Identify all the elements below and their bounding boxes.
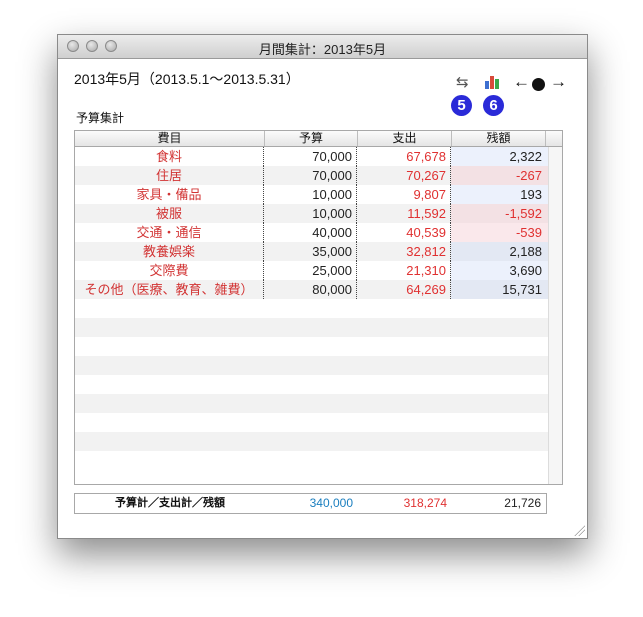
spent-cell: 21,310 [357,261,451,280]
category-cell: 住居 [75,166,264,185]
total-remaining: 21,726 [504,496,541,510]
category-cell: 被服 [75,204,264,223]
arrow-left-icon[interactable]: ← [513,73,530,91]
table-row[interactable]: 被服 10,000 11,592 -1,592 [75,204,548,223]
empty-row [75,432,548,451]
budget-cell: 10,000 [264,185,357,204]
table-row[interactable]: 住居 70,000 70,267 -267 [75,166,548,185]
vertical-scrollbar[interactable] [548,147,562,484]
spent-cell: 32,812 [357,242,451,261]
empty-row [75,413,548,432]
budget-cell: 80,000 [264,280,357,299]
budget-cell: 25,000 [264,261,357,280]
totals-row: 予算計／支出計／残額 340,000 318,274 21,726 [74,493,547,514]
column-header-category[interactable]: 費目 [75,131,265,146]
empty-row [75,356,548,375]
category-cell: 家具・備品 [75,185,264,204]
table-row[interactable]: 食料 70,000 67,678 2,322 [75,147,548,166]
table-body: 食料 70,000 67,678 2,322 住居 70,000 70,267 -267 家具・… [75,147,548,470]
category-cell: 食料 [75,147,264,166]
table-header: 費目 予算 支出 残額 [75,131,562,147]
remaining-cell: 193 [451,185,548,204]
column-header-spent[interactable]: 支出 [358,131,452,146]
empty-row [75,394,548,413]
window-title: 月間集計：2013年5月 [258,42,387,57]
empty-row [75,337,548,356]
budget-table[interactable]: 費目 予算 支出 残額 食料 70,000 67,678 2,322 住居 70,000 7… [74,130,563,485]
remaining-cell: 2,188 [451,242,548,261]
category-cell: 教養娯楽 [75,242,264,261]
budget-cell: 10,000 [264,204,357,223]
table-row[interactable]: 交際費 25,000 21,310 3,690 [75,261,548,280]
total-spent: 318,274 [403,496,447,510]
swap-arrows-icon[interactable]: ⇆ [456,73,469,91]
remaining-cell: 15,731 [451,280,548,299]
annotation-badge-5: 5 [451,95,472,116]
remaining-cell: -1,592 [451,204,548,223]
budget-cell: 70,000 [264,147,357,166]
category-cell: 交通・通信 [75,223,264,242]
budget-cell: 70,000 [264,166,357,185]
category-cell: 交際費 [75,261,264,280]
resize-handle[interactable] [573,524,585,536]
table-row[interactable]: 家具・備品 10,000 9,807 193 [75,185,548,204]
empty-row [75,318,548,337]
remaining-cell: -267 [451,166,548,185]
spent-cell: 40,539 [357,223,451,242]
annotation-badge-6: 6 [483,95,504,116]
remaining-cell: -539 [451,223,548,242]
dot-icon[interactable] [532,78,545,91]
period-heading: 2013年5月（2013.5.1〜2013.5.31） [74,71,300,87]
spent-cell: 11,592 [357,204,451,223]
totals-label: 予算計／支出計／残額 [115,497,225,509]
total-budget: 340,000 [309,496,353,510]
section-label: 予算集計 [76,111,125,125]
remaining-cell: 2,322 [451,147,548,166]
spent-cell: 70,267 [357,166,451,185]
column-header-budget[interactable]: 予算 [265,131,358,146]
empty-row [75,375,548,394]
column-header-remaining[interactable]: 残額 [452,131,546,146]
bar-chart-icon[interactable] [484,73,502,89]
empty-row [75,451,548,470]
title-bar[interactable]: 月間集計：2013年5月 [58,35,587,59]
remaining-cell: 3,690 [451,261,548,280]
spent-cell: 64,269 [357,280,451,299]
summary-window: 月間集計：2013年5月 2013年5月（2013.5.1〜2013.5.31）… [57,34,588,539]
empty-row [75,299,548,318]
table-row[interactable]: その他（医療、教育、雑費） 80,000 64,269 15,731 [75,280,548,299]
spent-cell: 9,807 [357,185,451,204]
table-row[interactable]: 交通・通信 40,000 40,539 -539 [75,223,548,242]
budget-cell: 40,000 [264,223,357,242]
budget-cell: 35,000 [264,242,357,261]
category-cell: その他（医療、教育、雑費） [75,280,264,299]
arrow-right-icon[interactable]: → [550,73,567,91]
spent-cell: 67,678 [357,147,451,166]
table-row[interactable]: 教養娯楽 35,000 32,812 2,188 [75,242,548,261]
